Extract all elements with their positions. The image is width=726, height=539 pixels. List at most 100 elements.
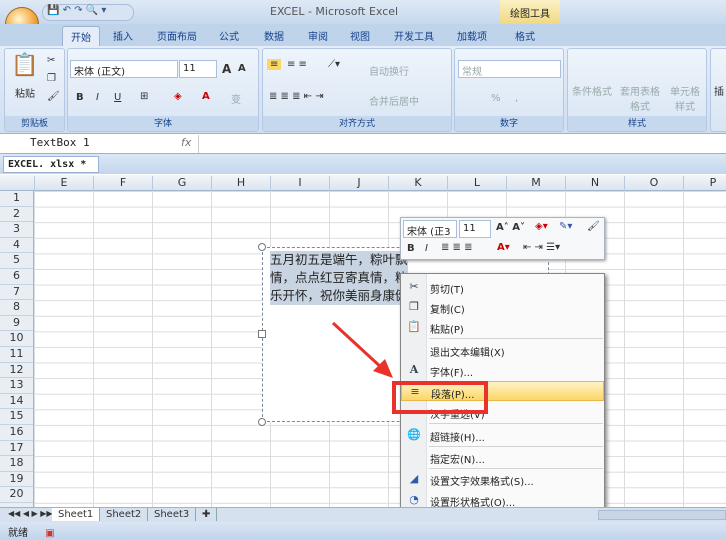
row-header[interactable]: 1	[0, 191, 33, 207]
column-header[interactable]: F	[93, 176, 152, 191]
menu-item-copy[interactable]: ❐ 复制(C)	[401, 297, 604, 317]
tab-developer[interactable]: 开发工具	[394, 28, 434, 43]
row-header[interactable]: 6	[0, 269, 33, 285]
underline-button[interactable]: U	[114, 92, 121, 103]
comma-button[interactable]: ,	[515, 93, 518, 104]
row-header[interactable]: 12	[0, 363, 33, 379]
mini-fill-icon[interactable]: ◈▾	[535, 221, 548, 232]
format-table-button[interactable]: 套用表格格式	[618, 83, 662, 113]
font-color-icon[interactable]: A	[202, 91, 210, 102]
copy-icon[interactable]: ❐	[47, 73, 56, 84]
grow-font-button[interactable]: A	[222, 62, 231, 76]
mini-line-color-icon[interactable]: ✎▾	[559, 221, 572, 232]
tab-insert[interactable]: 插入	[113, 28, 133, 43]
row-header[interactable]: 17	[0, 441, 33, 457]
tab-formulas[interactable]: 公式	[219, 28, 239, 43]
column-header[interactable]: J	[329, 176, 388, 191]
align-left-icon[interactable]: ≣ ≣ ≣ ⇤ ⇥	[269, 91, 324, 102]
menu-item-text-effects[interactable]: ◢ 设置文字效果格式(S)...	[401, 469, 604, 489]
font-size-select[interactable]: 11	[179, 60, 217, 78]
menu-item-font[interactable]: A 字体(F)...	[401, 360, 604, 380]
macro-record-icon[interactable]: ▣	[45, 528, 54, 539]
mini-size-select[interactable]: 11	[459, 220, 491, 238]
row-header[interactable]: 19	[0, 472, 33, 488]
column-header[interactable]: H	[211, 176, 270, 191]
column-header[interactable]: K	[388, 176, 447, 191]
orientation-icon[interactable]: ⟋▾	[328, 59, 340, 70]
cut-icon[interactable]: ✂	[47, 55, 55, 66]
bold-button[interactable]: B	[76, 92, 84, 103]
wrap-text-button[interactable]: 自动换行	[369, 63, 409, 78]
column-header[interactable]: L	[447, 176, 506, 191]
mini-font-select[interactable]: 宋体 (正3	[403, 220, 457, 238]
row-header[interactable]: 14	[0, 394, 33, 410]
format-painter-icon[interactable]: 🖌	[47, 91, 60, 102]
merge-center-button[interactable]: 合并后居中	[369, 93, 419, 108]
mini-font-color-icon[interactable]: A▾	[497, 242, 510, 253]
row-header[interactable]: 2	[0, 207, 33, 223]
row-header[interactable]: 8	[0, 300, 33, 316]
conditional-format-button[interactable]: 条件格式	[572, 83, 612, 98]
tab-addins[interactable]: 加载项	[457, 28, 487, 43]
menu-item-cut[interactable]: ✂ 剪切(T)	[401, 277, 604, 297]
row-header[interactable]: 16	[0, 425, 33, 441]
column-header[interactable]: M	[506, 176, 565, 191]
resize-handle[interactable]	[258, 418, 266, 426]
column-header[interactable]: G	[152, 176, 211, 191]
percent-button[interactable]: %	[491, 93, 501, 104]
border-icon[interactable]: ⊞	[140, 91, 148, 102]
row-header[interactable]: 11	[0, 347, 33, 363]
row-header[interactable]: 5	[0, 253, 33, 269]
italic-button[interactable]: I	[96, 92, 99, 103]
column-header[interactable]: O	[624, 176, 683, 191]
phonetic-button[interactable]: 变	[231, 91, 241, 106]
formula-input[interactable]	[198, 135, 726, 153]
mini-bold-icon[interactable]: B	[407, 243, 415, 254]
row-header[interactable]: 3	[0, 222, 33, 238]
name-box[interactable]: TextBox 1	[2, 136, 130, 152]
fill-color-icon[interactable]: ◈	[174, 91, 182, 102]
tab-page-layout[interactable]: 页面布局	[157, 28, 197, 43]
tab-review[interactable]: 审阅	[308, 28, 328, 43]
paste-icon[interactable]: 📋	[11, 53, 38, 78]
column-header[interactable]: P	[683, 176, 726, 191]
sheet-nav-icons[interactable]: ◀◀ ◀ ▶ ▶▶	[2, 508, 59, 519]
tab-format[interactable]: 格式	[515, 28, 535, 43]
row-header[interactable]: 4	[0, 238, 33, 254]
mini-indent-icons[interactable]: ⇤ ⇥ ☰▾	[523, 242, 560, 253]
quick-access-toolbar[interactable]: 💾 ↶ ↷ 🔍 ▾	[42, 4, 134, 21]
font-name-select[interactable]: 宋体 (正文)	[70, 60, 178, 78]
horizontal-scrollbar[interactable]	[598, 510, 726, 520]
tab-view[interactable]: 视图	[350, 28, 370, 43]
mini-italic-icon[interactable]: I	[425, 243, 428, 254]
insert-sheet-icon[interactable]: ✚	[196, 508, 218, 521]
text-box-content[interactable]: 五月初五是端午，粽叶飘 情，点点红豆寄真情，粒 乐开怀，祝你美丽身康健	[270, 251, 408, 305]
insert-cells-button[interactable]: 插	[714, 83, 724, 98]
row-header[interactable]: 7	[0, 285, 33, 301]
mini-format-painter-icon[interactable]: 🖌	[587, 221, 600, 232]
mini-align-icons[interactable]: ≣ ≣ ≣	[441, 242, 473, 253]
number-format-select[interactable]: 常规	[458, 60, 561, 78]
align-top-icon[interactable]: ≡	[267, 59, 282, 70]
row-header[interactable]: 15	[0, 409, 33, 425]
row-header[interactable]: 13	[0, 378, 33, 394]
tab-home[interactable]: 开始	[62, 26, 100, 46]
workbook-tab[interactable]: EXCEL. xlsx *	[3, 156, 99, 173]
row-header[interactable]: 9	[0, 316, 33, 332]
menu-item-paste[interactable]: 📋 粘贴(P)	[401, 317, 604, 337]
tab-data[interactable]: 数据	[264, 28, 284, 43]
fx-button[interactable]: fx	[181, 136, 191, 149]
sheet-tab[interactable]: Sheet2	[100, 508, 149, 521]
align-middle-icon[interactable]: ≡ ≡	[287, 59, 307, 70]
cell-styles-button[interactable]: 单元格样式	[668, 83, 702, 113]
sheet-tab[interactable]: Sheet1	[52, 508, 101, 521]
resize-handle[interactable]	[258, 330, 266, 338]
row-header[interactable]: 20	[0, 487, 33, 503]
shrink-font-button[interactable]: A	[238, 63, 246, 74]
row-header[interactable]: 10	[0, 331, 33, 347]
row-header[interactable]: 18	[0, 456, 33, 472]
column-header[interactable]: I	[270, 176, 329, 191]
sheet-tab[interactable]: Sheet3	[148, 508, 197, 521]
menu-item-exit-text-edit[interactable]: 退出文本编辑(X)	[401, 340, 604, 360]
mini-grow-shrink-icon[interactable]: A˄ A˅	[496, 222, 525, 233]
